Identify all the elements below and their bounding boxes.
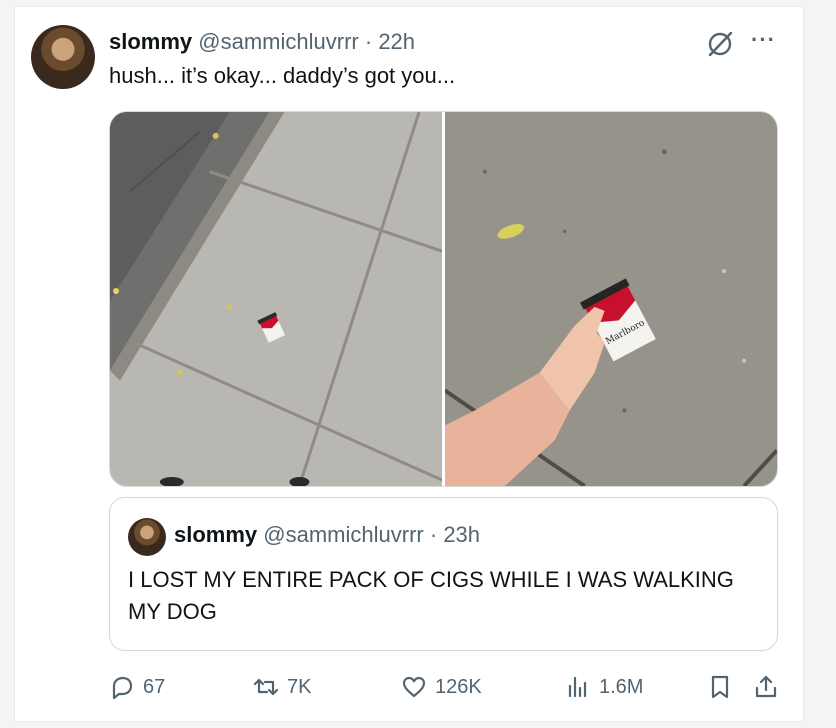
author-avatar[interactable]: [31, 25, 95, 89]
reply-icon: [112, 676, 133, 700]
bookmark-icon: [711, 675, 729, 699]
bookmark-button[interactable]: [707, 669, 733, 705]
quoted-timestamp: 23h: [443, 522, 481, 547]
repost-button[interactable]: 7K: [253, 669, 311, 705]
quoted-handle: @sammichluvrrr: [263, 522, 424, 547]
quoted-text: I LOST MY ENTIRE PACK OF CIGS WHILE I WA…: [128, 567, 734, 624]
tweet-header: slommy @sammichluvrrr · 22h: [109, 29, 415, 55]
author-display-name[interactable]: slommy: [109, 29, 192, 54]
views-button[interactable]: 1.6M: [565, 669, 643, 705]
like-count: 126K: [435, 675, 482, 698]
like-button[interactable]: 126K: [401, 669, 482, 705]
photo-right[interactable]: Marlboro: [445, 112, 777, 486]
tweet-card[interactable]: slommy @sammichluvrrr · 22h hush... it’s…: [14, 6, 804, 722]
repost-icon: [253, 678, 279, 696]
repost-count: 7K: [287, 675, 312, 698]
reply-button[interactable]: 67: [109, 669, 165, 705]
tweet-timestamp[interactable]: 22h: [378, 29, 415, 54]
tweet-text: hush... it’s okay... daddy’s got you...: [109, 63, 456, 88]
like-icon: [402, 676, 426, 698]
quoted-separator: ·: [429, 522, 438, 547]
more-icon[interactable]: ···: [751, 27, 776, 53]
media-grid[interactable]: Marlboro: [109, 111, 778, 487]
author-handle[interactable]: @sammichluvrrr: [198, 29, 358, 54]
quoted-display-name: slommy: [174, 522, 258, 547]
sidewalk-photo-right: Marlboro: [445, 112, 777, 486]
share-icon: [755, 675, 777, 698]
views-count: 1.6M: [599, 675, 644, 698]
action-bar: 67 7K 126K 1.6M: [109, 669, 789, 705]
header-separator: ·: [364, 29, 373, 54]
photo-left[interactable]: [110, 112, 442, 486]
reply-count: 67: [143, 675, 166, 698]
quoted-tweet[interactable]: slommy @sammichluvrrr · 23h I LOST MY EN…: [109, 497, 778, 651]
quoted-header: slommy @sammichluvrrr · 23h: [174, 522, 480, 548]
views-icon: [568, 676, 587, 698]
quoted-author-avatar: [128, 518, 166, 556]
sidewalk-photo-left: [110, 112, 442, 486]
grok-icon[interactable]: [705, 29, 735, 59]
share-button[interactable]: [753, 669, 779, 705]
